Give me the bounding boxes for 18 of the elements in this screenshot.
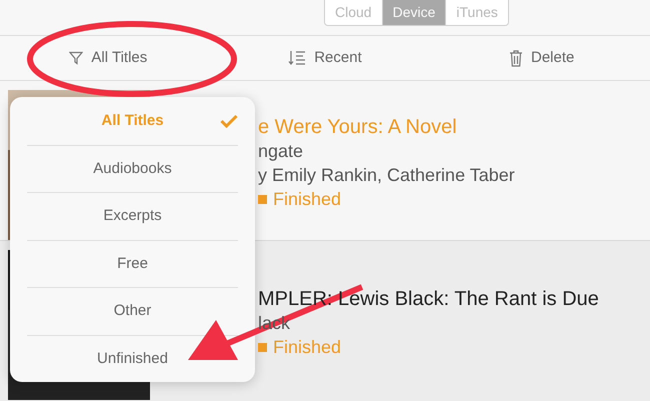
status-square-icon — [258, 342, 267, 352]
sort-icon — [288, 50, 306, 66]
trash-icon — [508, 50, 523, 66]
toolbar-button[interactable]: Delete — [508, 46, 574, 70]
book-title: e Were Yours: A Novel — [258, 115, 458, 139]
status-square-icon — [258, 194, 267, 204]
book-narrator: y Emily Rankin, Catherine Taber — [258, 164, 515, 187]
checkmark-icon — [220, 114, 238, 128]
book-status: Finished — [273, 336, 342, 359]
menu-item[interactable]: Audiobooks — [27, 144, 238, 192]
book-status: Finished — [273, 188, 342, 211]
toolbar-button[interactable]: Recent — [288, 46, 362, 70]
menu-item[interactable]: Excerpts — [27, 192, 238, 240]
book-author: ngate — [258, 140, 304, 163]
book-title: MPLER: Lewis Black: The Rant is Due — [258, 287, 599, 311]
menu-item[interactable]: Free — [27, 240, 238, 287]
toolbar-button[interactable]: All Titles — [69, 46, 148, 70]
filter-icon — [69, 51, 84, 65]
